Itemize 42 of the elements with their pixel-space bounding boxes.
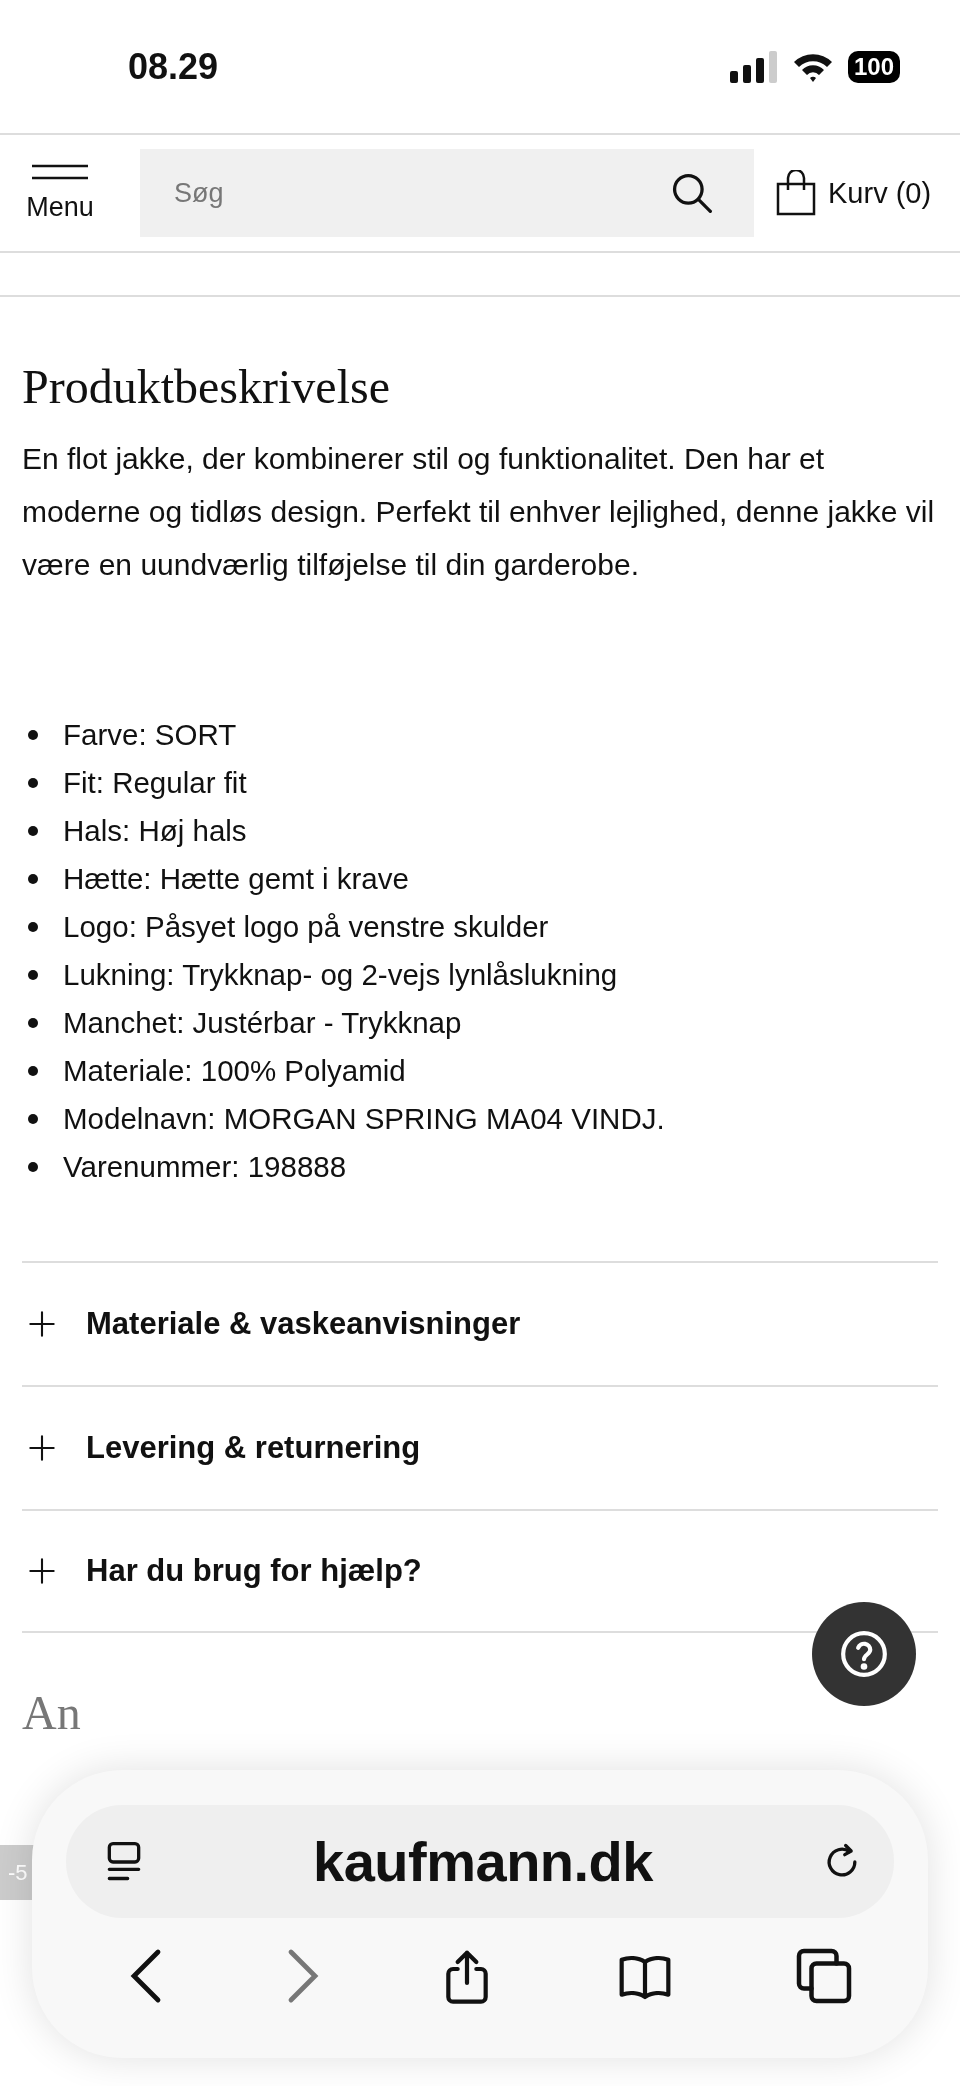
spec-item: Modelnavn: MORGAN SPRING MA04 VINDJ. [63,1101,665,1137]
help-icon [839,1629,889,1679]
menu-button[interactable]: Menu [0,163,120,223]
tabs-icon [794,1946,854,2006]
accordion-row[interactable]: Materiale & vaskeanvisninger [22,1261,938,1385]
plus-icon [28,1557,56,1585]
bullet-icon [28,826,38,836]
spec-item: Varenummer: 198888 [63,1149,347,1185]
status-time: 08.29 [128,45,219,88]
bullet-icon [28,1066,38,1076]
tabs-button[interactable] [794,1946,854,2006]
shopping-bag-icon [776,170,816,216]
spec-item: Manchet: Justérbar - Trykknap [63,1005,462,1041]
spec-item: Lukning: Trykknap- og 2-vejs lynlåslukning [63,957,618,993]
plus-icon [28,1434,56,1462]
battery-level: 100 [847,50,900,83]
accordion-row[interactable]: Levering & returnering [22,1385,938,1509]
spec-item: Hætte: Hætte gemt i krave [63,861,409,897]
bullet-icon [28,1162,38,1172]
bullet-icon [28,970,38,980]
bullet-icon [28,922,38,932]
menu-icon [32,163,88,180]
spec-item: Logo: Påsyet logo på venstre skulder [63,909,549,945]
spec-item: Hals: Høj hals [63,813,247,849]
section-title: Produktbeskrivelse [22,359,391,414]
url-text: kaufmann.dk [313,1829,653,1894]
bullet-icon [28,874,38,884]
spec-item: Farve: SORT [63,717,237,753]
search-icon [670,171,714,215]
bullet-icon [28,1018,38,1028]
bullet-icon [28,730,38,740]
spec-item: Fit: Regular fit [63,765,247,801]
plus-icon [28,1310,56,1338]
search-field[interactable]: Søg [140,149,754,237]
bullet-icon [28,778,38,788]
signal-icon [729,50,778,83]
bullet-icon [28,1114,38,1124]
spec-item: Materiale: 100% Polyamid [63,1053,406,1089]
product-description: En flot jakke, der kombinerer stil og funktionalitet. Den har et moderne og tidløs design. Perfekt til enhver lejlighed, denne jakke vil være en uundværlig tilføjelse til din garderobe. [22,441,936,583]
address-bar[interactable]: kaufmann.dk [66,1805,894,1918]
cart-button[interactable]: Kurv (0) [776,170,932,216]
section-title: An [22,1685,82,1740]
